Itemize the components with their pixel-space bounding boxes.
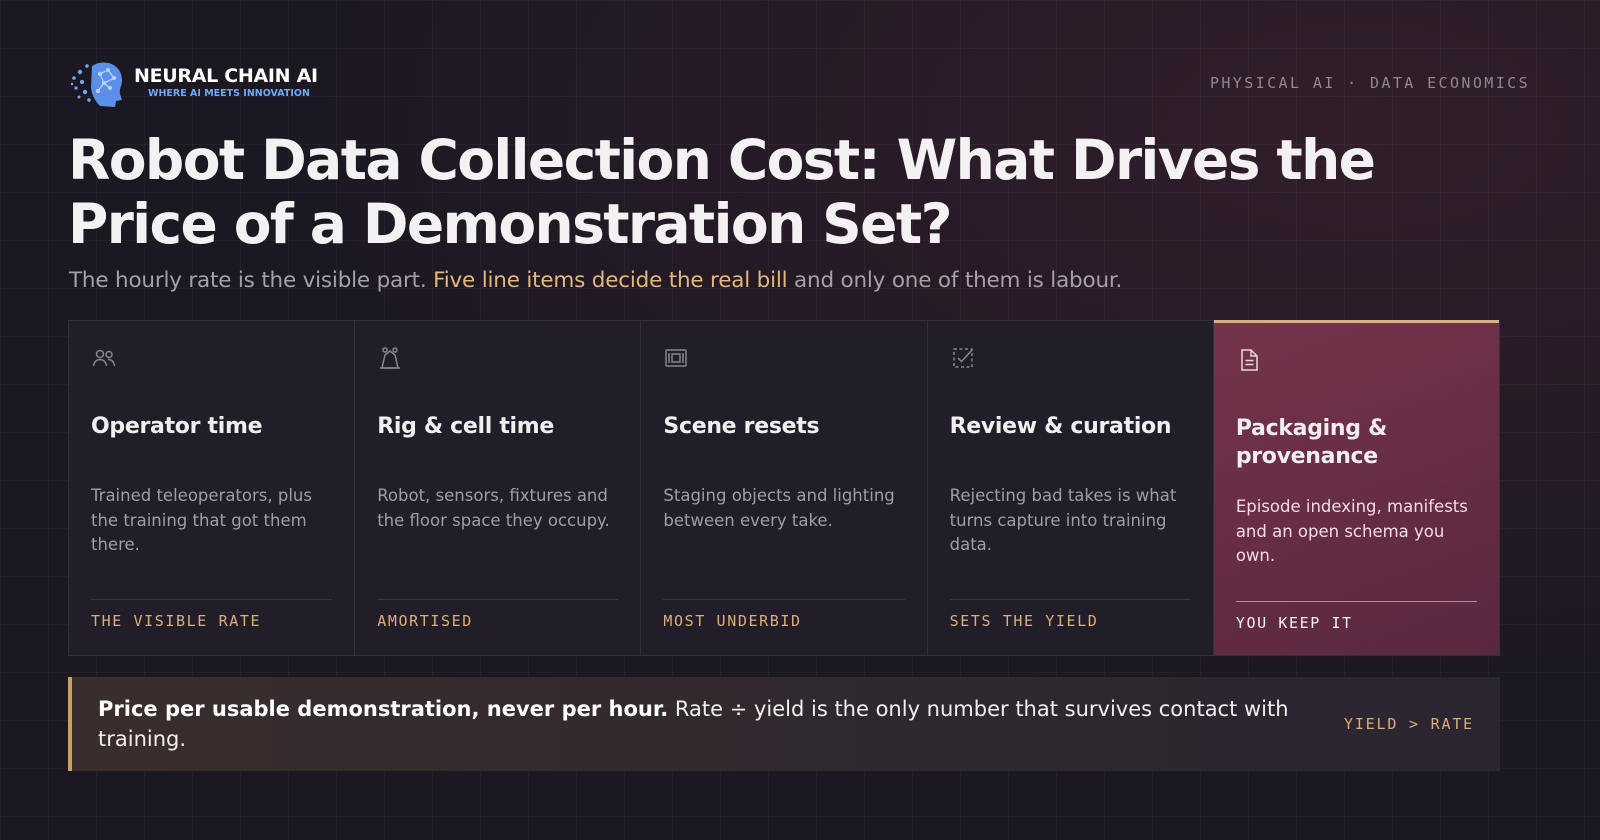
- brand: NEURAL CHAIN AI WHERE AI MEETS INNOVATIO…: [70, 56, 318, 110]
- top-bar: NEURAL CHAIN AI WHERE AI MEETS INNOVATIO…: [70, 56, 1530, 110]
- footer-text: Price per usable demonstration, never pe…: [98, 694, 1318, 754]
- kicker-label: PHYSICAL AI · DATA ECONOMICS: [1209, 74, 1530, 92]
- card-review-curation: Review & curation Rejecting bad takes is…: [928, 321, 1214, 655]
- footer-bold: Price per usable demonstration, never pe…: [98, 697, 669, 721]
- subtitle-lead: The hourly rate is the visible part.: [69, 268, 434, 293]
- card-description: Robot, sensors, fixtures and the floor s…: [377, 486, 610, 530]
- card-title: Scene resets: [663, 414, 820, 439]
- footer-callout: Price per usable demonstration, never pe…: [68, 677, 1500, 771]
- card-title: Rig & cell time: [377, 414, 555, 439]
- card-tag: MOST UNDERBID: [663, 612, 802, 630]
- brain-head-icon: [70, 62, 122, 107]
- subtitle-highlight: Five line items decide the real bill: [433, 268, 788, 293]
- subtitle-tail: and only one of them is labour.: [787, 268, 1123, 293]
- robot-arm-icon: [380, 347, 401, 369]
- document-icon: [1241, 349, 1258, 371]
- card-tag: AMORTISED: [377, 612, 473, 630]
- card-description: Trained teleoperators, plus the training…: [91, 486, 312, 554]
- card-divider: [949, 599, 1191, 600]
- card-description: Staging objects and lighting between eve…: [663, 486, 895, 530]
- card-title: Operator time: [91, 414, 263, 439]
- card-divider: [1235, 601, 1478, 602]
- card-description: Rejecting bad takes is what turns captur…: [949, 486, 1177, 554]
- card-title: Packaging & provenance: [1235, 416, 1387, 469]
- card-title: Review & curation: [949, 414, 1172, 439]
- page-subtitle: The hourly rate is the visible part. Fiv…: [69, 266, 1469, 296]
- card-divider: [663, 599, 905, 600]
- card-rig-cell-time: Rig & cell time Robot, sensors, fixtures…: [355, 321, 642, 655]
- card-packaging-provenance: Packaging & provenance Episode indexing,…: [1213, 320, 1500, 655]
- brand-name: NEURAL CHAIN AI: [134, 65, 318, 87]
- scene-frame-icon: [665, 349, 688, 367]
- brand-tagline: WHERE AI MEETS INNOVATION: [148, 88, 310, 99]
- card-tag: YOU KEEP IT: [1235, 614, 1353, 632]
- card-description: Episode indexing, manifests and an open …: [1235, 497, 1468, 565]
- card-divider: [377, 599, 619, 600]
- page-title: Robot Data Collection Cost: What Drives …: [68, 128, 1376, 256]
- card-tag: SETS THE YIELD: [949, 612, 1099, 630]
- card-tag: THE VISIBLE RATE: [91, 612, 262, 630]
- footer-tag: YIELD > RATE: [1344, 715, 1474, 733]
- card-scene-resets: Scene resets Staging objects and lightin…: [641, 321, 928, 655]
- cost-driver-cards: Operator time Trained teleoperators, plu…: [68, 320, 1500, 656]
- card-divider: [91, 599, 333, 600]
- people-icon: [92, 349, 116, 367]
- checkbox-icon: [952, 348, 973, 368]
- brand-text: NEURAL CHAIN AI WHERE AI MEETS INNOVATIO…: [134, 65, 318, 101]
- card-operator-time: Operator time Trained teleoperators, plu…: [69, 321, 356, 655]
